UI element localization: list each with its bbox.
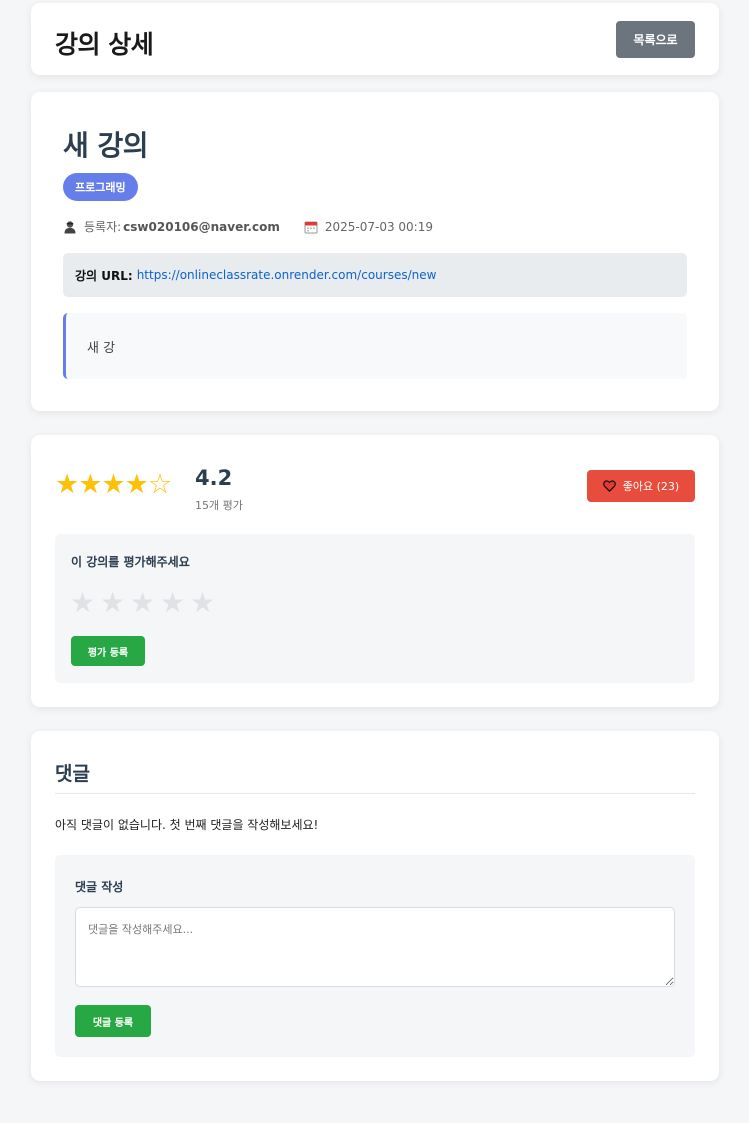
like-button[interactable]: 좋아요 (23): [587, 470, 695, 502]
url-label: 강의 URL:: [75, 268, 133, 283]
rate-course-box: 이 강의를 평가해주세요 ★ ★ ★ ★ ★ 평가 등록: [55, 534, 695, 683]
page-title: 강의 상세: [55, 30, 154, 59]
author-label: 등록자:: [84, 220, 122, 234]
comments-title: 댓글: [55, 763, 90, 785]
rate-star-1[interactable]: ★: [70, 589, 100, 617]
course-title: 새 강의: [63, 129, 149, 162]
header-card: 강의 상세 목록으로: [31, 3, 719, 75]
rate-prompt: 이 강의를 평가해주세요: [71, 555, 190, 569]
rating-card: ★★★★☆ 4.2 15개 평가 좋아요 (23) 이 강의를 평가해주세요 ★…: [31, 435, 719, 707]
course-url-link[interactable]: https://onlineclassrate.onrender.com/cou…: [137, 268, 437, 282]
author-meta: 등록자: csw020106@naver.com: [63, 218, 280, 235]
calendar-icon: [304, 221, 318, 233]
rating-input-stars: ★ ★ ★ ★ ★: [70, 589, 220, 617]
heart-icon: [602, 480, 616, 492]
category-badge: 프로그래밍: [63, 173, 138, 201]
comments-divider: [55, 793, 695, 794]
rate-star-2[interactable]: ★: [100, 589, 130, 617]
average-rating-value: 4.2: [195, 466, 233, 490]
comment-form-label: 댓글 작성: [75, 880, 124, 894]
submit-rating-button[interactable]: 평가 등록: [71, 636, 145, 666]
course-meta: 등록자: csw020106@naver.com 2025-07-03 00:1…: [63, 218, 433, 235]
comments-card: 댓글 아직 댓글이 없습니다. 첫 번째 댓글을 작성해보세요! 댓글 작성 댓…: [31, 731, 719, 1081]
rate-star-3[interactable]: ★: [130, 589, 160, 617]
course-description: 새 강: [63, 313, 687, 379]
rating-count: 15개 평가: [195, 499, 243, 512]
like-label: 좋아요 (23): [622, 480, 680, 493]
course-url-box: 강의 URL: https://onlineclassrate.onrender…: [63, 253, 687, 297]
author-email: csw020106@naver.com: [123, 219, 280, 234]
back-to-list-button[interactable]: 목록으로: [616, 21, 695, 58]
user-icon: [64, 220, 76, 233]
date-meta: 2025-07-03 00:19: [304, 220, 433, 234]
rate-star-5[interactable]: ★: [190, 589, 220, 617]
course-info-card: 새 강의 프로그래밍 등록자: csw020106@naver.com 2025…: [31, 92, 719, 411]
submit-comment-button[interactable]: 댓글 등록: [75, 1005, 151, 1037]
comment-form: 댓글 작성 댓글 등록: [55, 855, 695, 1057]
comment-textarea[interactable]: [75, 907, 675, 987]
rate-star-4[interactable]: ★: [160, 589, 190, 617]
course-date: 2025-07-03 00:19: [324, 219, 433, 234]
average-rating-stars: ★★★★☆: [55, 469, 172, 500]
empty-comments-message: 아직 댓글이 없습니다. 첫 번째 댓글을 작성해보세요!: [55, 818, 319, 832]
